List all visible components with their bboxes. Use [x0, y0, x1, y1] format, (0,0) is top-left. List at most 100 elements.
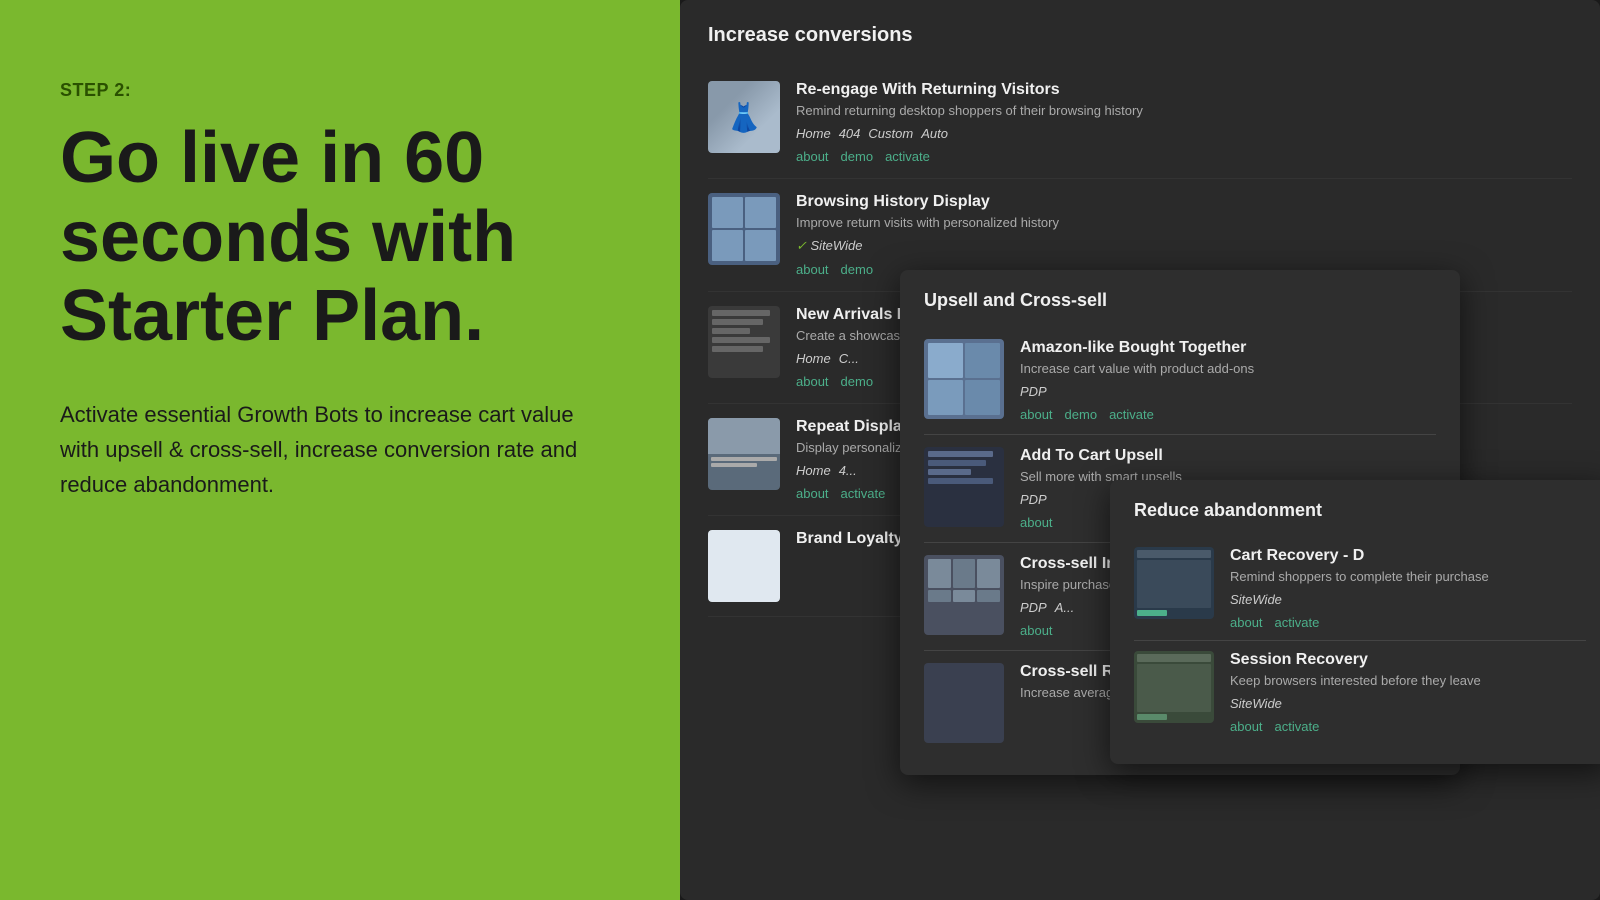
thumb-cell	[977, 559, 1000, 588]
thumb-cell	[928, 343, 963, 378]
bot-actions: about demo activate	[1020, 407, 1436, 422]
bot-tags: SiteWide	[1230, 696, 1586, 711]
bot-info-browsing: Browsing History Display Improve return …	[796, 193, 1572, 277]
bot-desc: Improve return visits with personalized …	[796, 215, 1572, 230]
about-link[interactable]: about	[796, 374, 829, 389]
thumb-cell	[965, 380, 1000, 415]
tag-c: C...	[839, 351, 859, 366]
tag-pdp: PDP	[1020, 600, 1047, 615]
thumb-cell	[928, 590, 951, 602]
bot-info-reengage: Re-engage With Returning Visitors Remind…	[796, 81, 1572, 164]
bot-info-session: Session Recovery Keep browsers intereste…	[1230, 651, 1586, 734]
overlay-title: Reduce abandonment	[1134, 500, 1586, 521]
bot-item-reengage: 👗 Re-engage With Returning Visitors Remi…	[708, 67, 1572, 179]
thumb-row	[928, 451, 993, 457]
thumb-img	[708, 530, 780, 602]
bot-tags: Home 404 Custom Auto	[796, 126, 1572, 141]
bot-actions: about demo activate	[796, 149, 1572, 164]
activate-link[interactable]: activate	[885, 149, 930, 164]
bot-name: Cart Recovery - D	[1230, 547, 1586, 565]
bot-thumb-newarr	[708, 306, 780, 378]
bot-actions: about activate	[1230, 719, 1586, 734]
thumb-img	[924, 555, 1004, 635]
tag-pdp: PDP	[1020, 384, 1047, 399]
right-panel: Increase conversions 👗 Re-engage With Re…	[680, 0, 1600, 900]
section-title: Increase conversions	[708, 24, 1572, 47]
about-link[interactable]: about	[796, 262, 829, 277]
thumb-line	[711, 457, 777, 461]
thumb-row	[712, 328, 750, 334]
thumb-cell	[928, 380, 963, 415]
bot-tags: PDP	[1020, 384, 1436, 399]
thumb-row	[712, 337, 770, 343]
bot-tags: SiteWide	[1230, 592, 1586, 607]
activate-link[interactable]: activate	[1275, 719, 1320, 734]
thumb-img	[924, 447, 1004, 527]
main-heading: Go live in 60 seconds with Starter Plan.	[60, 119, 620, 357]
thumb-row	[712, 319, 763, 325]
activate-link[interactable]: activate	[1109, 407, 1154, 422]
overlay-thumb-addt	[924, 447, 1004, 527]
overlay-thumb-amazon	[924, 339, 1004, 419]
thumb-row	[928, 478, 993, 484]
tag-home: Home	[796, 463, 831, 478]
thumb-img	[708, 306, 780, 378]
thumb-ss-btn	[1137, 714, 1167, 720]
thumb-ss-body	[1137, 560, 1211, 608]
overlay-bot-item-amazon: Amazon-like Bought Together Increase car…	[924, 327, 1436, 435]
about-link[interactable]: about	[796, 149, 829, 164]
activate-link[interactable]: activate	[1275, 615, 1320, 630]
thumb-row	[928, 469, 971, 475]
sub-text: Activate essential Growth Bots to increa…	[60, 397, 580, 503]
thumb-ss-header	[1137, 550, 1211, 558]
overlay-thumb-cross1	[924, 555, 1004, 635]
tag-4: 4...	[839, 463, 857, 478]
thumb-row	[712, 310, 770, 316]
about-link[interactable]: about	[1020, 515, 1053, 530]
about-link[interactable]: about	[1230, 719, 1263, 734]
demo-link[interactable]: demo	[1065, 407, 1098, 422]
bot-thumb-browsing	[708, 193, 780, 265]
tag-home: Home	[796, 351, 831, 366]
bot-thumb-reengage: 👗	[708, 81, 780, 153]
thumb-img	[708, 418, 780, 490]
about-link[interactable]: about	[1020, 623, 1053, 638]
overlay-thumb-cross2	[924, 663, 1004, 743]
thumb-img	[1134, 651, 1214, 723]
bot-name: Amazon-like Bought Together	[1020, 339, 1436, 357]
activate-link[interactable]: activate	[841, 486, 886, 501]
about-link[interactable]: about	[1230, 615, 1263, 630]
tag-custom: Custom	[868, 126, 913, 141]
overlay-thumb-session	[1134, 651, 1214, 723]
bot-desc: Remind shoppers to complete their purcha…	[1230, 569, 1586, 584]
thumb-cell	[928, 559, 951, 588]
bot-name: Add To Cart Upsell	[1020, 447, 1436, 465]
bot-thumb-brand	[708, 530, 780, 602]
thumb-cell	[965, 343, 1000, 378]
thumb-product-img	[708, 418, 780, 454]
demo-link[interactable]: demo	[841, 149, 874, 164]
tag-404: 404	[839, 126, 861, 141]
tag-sitewide: SiteWide	[1230, 592, 1282, 607]
bot-desc: Keep browsers interested before they lea…	[1230, 673, 1586, 688]
bot-tags: SiteWide	[796, 238, 1572, 254]
thumb-img	[708, 193, 780, 265]
bot-name: Session Recovery	[1230, 651, 1586, 669]
thumb-img	[1134, 547, 1214, 619]
thumb-ss-header	[1137, 654, 1211, 662]
about-link[interactable]: about	[1020, 407, 1053, 422]
thumb-cell	[953, 559, 976, 588]
about-link[interactable]: about	[796, 486, 829, 501]
thumb-product-info	[708, 454, 780, 490]
thumb-img	[924, 663, 1004, 743]
bot-desc: Remind returning desktop shoppers of the…	[796, 103, 1572, 118]
demo-link[interactable]: demo	[841, 262, 874, 277]
overlay-bot-item-session: Session Recovery Keep browsers intereste…	[1134, 641, 1586, 744]
bot-thumb-repeat	[708, 418, 780, 490]
overlay-reduce: Reduce abandonment Cart Recovery - D Rem…	[1110, 480, 1600, 764]
thumb-img: 👗	[708, 81, 780, 153]
demo-link[interactable]: demo	[841, 374, 874, 389]
overlay-title: Upsell and Cross-sell	[924, 290, 1436, 311]
thumb-line	[711, 463, 757, 467]
thumb-cell	[745, 230, 776, 261]
